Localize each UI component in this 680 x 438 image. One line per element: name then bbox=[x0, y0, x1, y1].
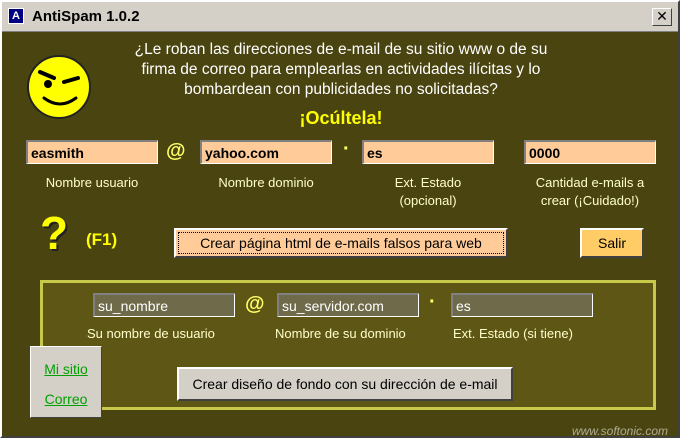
watermark: www.softonic.com bbox=[571, 424, 668, 438]
intro-line-3: bombardean con publicidades no solicitad… bbox=[184, 81, 498, 98]
ext-label: Ext. Estado (opcional) bbox=[362, 174, 494, 210]
close-button[interactable]: ✕ bbox=[652, 8, 672, 26]
my-site-link[interactable]: Mi sitio bbox=[31, 361, 101, 377]
domain-label: Nombre dominio bbox=[218, 175, 314, 190]
own-ext-label: Ext. Estado (si tiene) bbox=[453, 326, 573, 341]
mail-link[interactable]: Correo bbox=[31, 391, 101, 407]
own-username-input[interactable] bbox=[93, 293, 235, 317]
ext-label-line-1: Ext. Estado bbox=[394, 175, 462, 190]
title-bar[interactable]: A AntiSpam 1.0.2 ✕ bbox=[2, 2, 678, 32]
count-label-line-1: Cantidad e-mails a bbox=[535, 175, 645, 190]
username-label: Nombre usuario bbox=[45, 175, 139, 190]
winking-smiley-icon bbox=[27, 55, 91, 119]
own-username-label: Su nombre de usuario bbox=[87, 326, 215, 341]
count-label-line-2: crear (¡Cuidado!) bbox=[540, 193, 640, 208]
help-question-icon[interactable]: ? bbox=[40, 210, 68, 256]
links-box: Mi sitio Correo bbox=[30, 346, 102, 418]
count-label: Cantidad e-mails a crear (¡Cuidado!) bbox=[516, 174, 664, 210]
create-fake-page-button[interactable]: Crear página html de e-mails falsos para… bbox=[174, 228, 508, 258]
intro-text: ¿Le roban las direcciones de e-mail de s… bbox=[110, 40, 572, 100]
own-ext-input[interactable] bbox=[451, 293, 593, 317]
exit-button[interactable]: Salir bbox=[580, 228, 644, 258]
fake-username-input[interactable] bbox=[26, 140, 158, 164]
help-key-label: (F1) bbox=[86, 230, 118, 249]
fake-ext-input[interactable] bbox=[362, 140, 494, 164]
own-at-sign: @ bbox=[245, 293, 265, 315]
fake-domain-input[interactable] bbox=[200, 140, 332, 164]
create-background-button[interactable]: Crear diseño de fondo con su dirección d… bbox=[177, 367, 513, 401]
own-server-input[interactable] bbox=[277, 293, 419, 317]
app-icon[interactable]: A bbox=[8, 8, 24, 24]
at-sign: @ bbox=[166, 140, 186, 162]
own-address-panel: @ · Su nombre de usuario Nombre de su do… bbox=[40, 280, 656, 410]
window-title: AntiSpam 1.0.2 bbox=[32, 8, 140, 25]
own-dot-separator: · bbox=[429, 291, 436, 313]
fake-count-input[interactable] bbox=[524, 140, 656, 164]
dot-separator: · bbox=[343, 138, 350, 160]
own-server-label: Nombre de su dominio bbox=[275, 326, 406, 341]
app-window: A AntiSpam 1.0.2 ✕ ¿Le roban las direcci… bbox=[0, 0, 680, 438]
intro-line-2: firma de correo para emplearlas en activ… bbox=[141, 61, 541, 78]
ext-label-line-2: (opcional) bbox=[399, 193, 457, 208]
main-area: ¿Le roban las direcciones de e-mail de s… bbox=[2, 32, 678, 438]
headline: ¡Ocúltela! bbox=[299, 108, 383, 128]
intro-line-1: ¿Le roban las direcciones de e-mail de s… bbox=[134, 41, 548, 58]
